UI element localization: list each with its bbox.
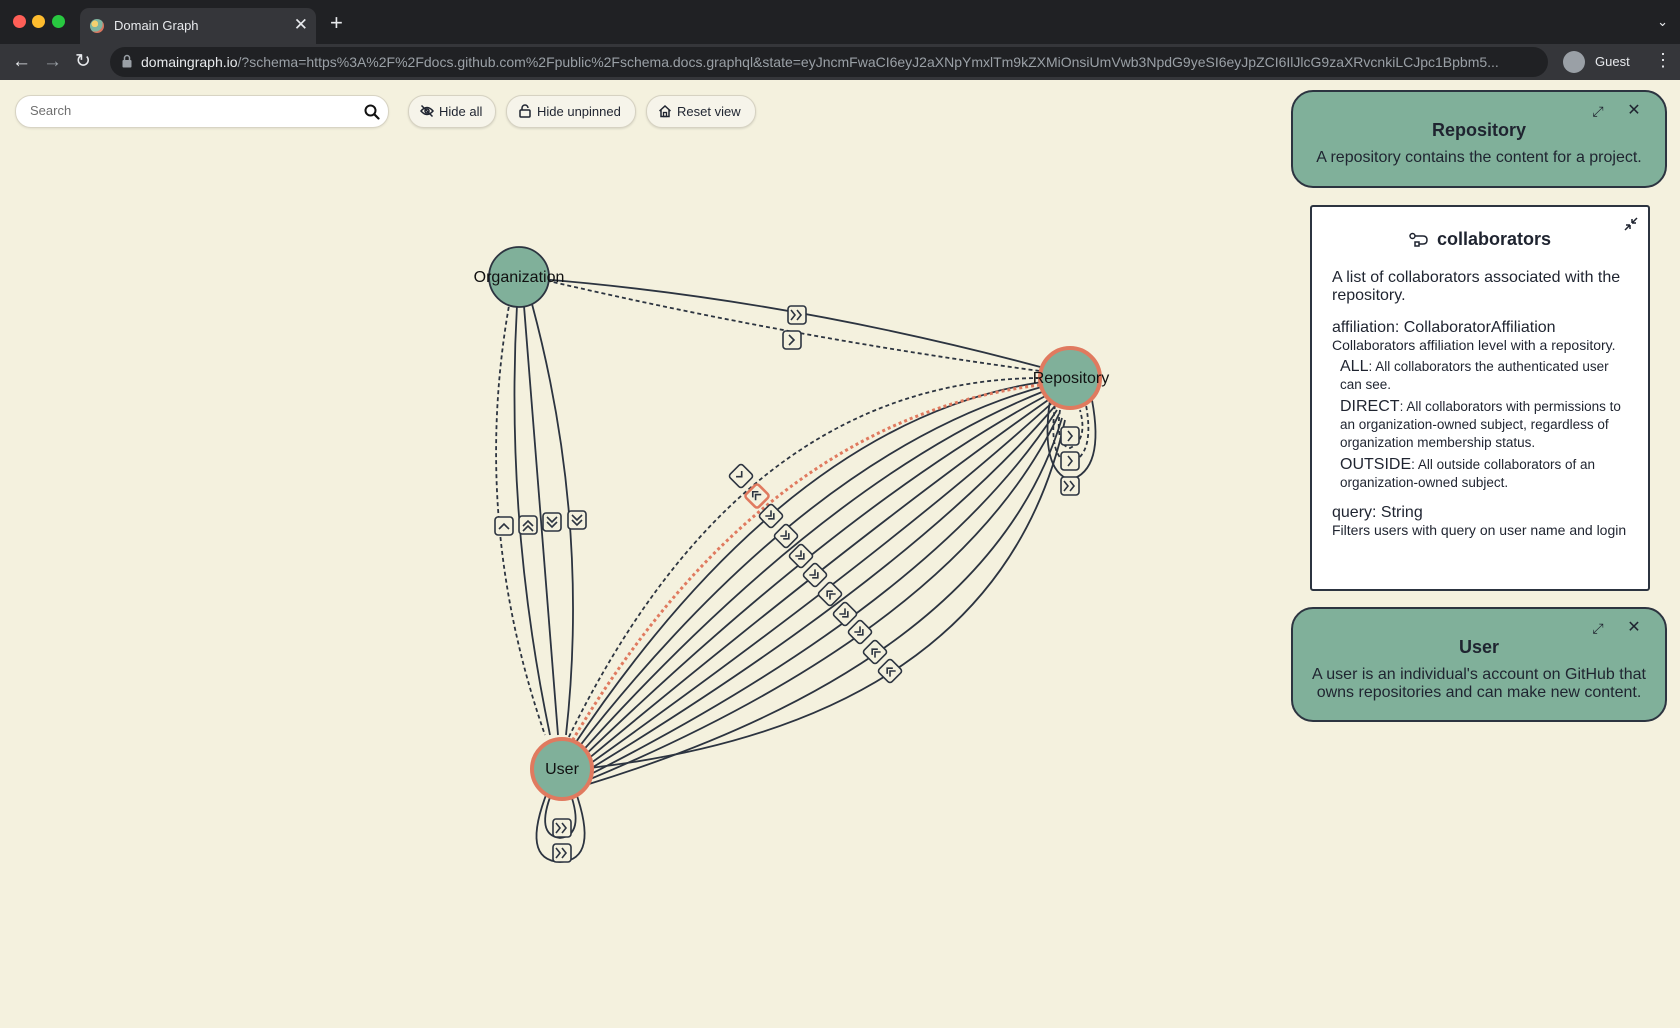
edge-badge[interactable] bbox=[542, 512, 562, 532]
node-label-user: User bbox=[545, 761, 579, 778]
close-window-button[interactable] bbox=[13, 15, 26, 28]
user-panel-description: A user is an individual's account on Git… bbox=[1312, 666, 1646, 701]
field-description: A list of collaborators associated with … bbox=[1332, 269, 1621, 304]
edge-badge[interactable] bbox=[787, 305, 807, 325]
tab-search-button[interactable]: ⌄ bbox=[1657, 14, 1668, 30]
edge-badge[interactable] bbox=[1060, 476, 1080, 496]
arg-description: Collaborators affiliation level with a r… bbox=[1332, 337, 1616, 353]
hide-all-label: Hide all bbox=[439, 104, 483, 119]
reload-icon[interactable]: ↻ bbox=[75, 50, 91, 74]
user-panel-title: User bbox=[1458, 637, 1500, 657]
enum-name: OUTSIDE bbox=[1340, 456, 1412, 473]
favicon-icon bbox=[90, 19, 104, 33]
hide-unpinned-button[interactable]: Hide unpinned bbox=[506, 95, 636, 128]
browser-titlebar: Domain Graph ✕ + ⌄ bbox=[0, 0, 1680, 44]
unlock-icon bbox=[519, 104, 531, 118]
close-icon[interactable]: ✕ bbox=[1627, 103, 1641, 119]
minimize-window-button[interactable] bbox=[32, 15, 45, 28]
reset-view-label: Reset view bbox=[677, 104, 741, 119]
arg-description: Filters users with query on user name an… bbox=[1332, 522, 1627, 538]
field-panel-collaborators: collaborators A list of collaborators as… bbox=[1310, 205, 1650, 591]
edge-badge[interactable] bbox=[567, 510, 587, 530]
enum-value: ALL: All collaborators the authenticated… bbox=[1340, 358, 1632, 394]
enum-name: DIRECT bbox=[1340, 398, 1400, 415]
edge-badge[interactable] bbox=[727, 462, 755, 490]
node-repository[interactable]: Repository bbox=[1033, 346, 1109, 410]
profile-button[interactable]: Guest bbox=[1561, 49, 1643, 75]
hide-all-button[interactable]: Hide all bbox=[408, 95, 496, 128]
address-bar[interactable]: domaingraph.io/?schema=https%3A%2F%2Fdoc… bbox=[110, 47, 1548, 77]
enum-value: OUTSIDE: All outside collaborators of an… bbox=[1340, 456, 1632, 492]
edge-badge[interactable] bbox=[782, 330, 802, 350]
browser-tab[interactable]: Domain Graph ✕ bbox=[80, 8, 316, 44]
search-input[interactable] bbox=[28, 102, 352, 119]
enum-name: ALL bbox=[1340, 358, 1369, 375]
back-arrow-icon[interactable]: ← bbox=[12, 50, 31, 74]
repository-panel-description: A repository contains the content for a … bbox=[1316, 149, 1642, 166]
edge-field-icon bbox=[1409, 233, 1428, 247]
user-panel: ⤢ ✕ User A user is an individual's accou… bbox=[1291, 607, 1667, 722]
hide-unpinned-label: Hide unpinned bbox=[537, 104, 621, 119]
edge-badge[interactable] bbox=[494, 516, 514, 536]
url-host: domaingraph.io bbox=[141, 54, 238, 70]
node-label-organization: Organization bbox=[474, 269, 565, 286]
url-path: /?schema=https%3A%2F%2Fdocs.github.com%2… bbox=[237, 54, 1499, 70]
field-body: A list of collaborators associated with … bbox=[1332, 269, 1632, 543]
edge-badge[interactable] bbox=[801, 561, 829, 589]
edge-badge-selected[interactable] bbox=[744, 483, 770, 509]
node-organization[interactable]: Organization bbox=[474, 246, 565, 308]
home-icon bbox=[658, 104, 672, 118]
edge-badge[interactable] bbox=[552, 818, 572, 838]
edge-badge[interactable] bbox=[518, 515, 538, 535]
search-box bbox=[15, 95, 389, 128]
lock-icon bbox=[122, 54, 132, 68]
close-icon[interactable]: ✕ bbox=[1627, 620, 1641, 636]
edge-badge[interactable] bbox=[552, 843, 572, 863]
arg-signature: query: String bbox=[1332, 504, 1423, 521]
enum-description: : All collaborators the authenticated us… bbox=[1340, 359, 1609, 392]
node-label-repository: Repository bbox=[1033, 370, 1109, 387]
expand-icon[interactable]: ⤢ bbox=[1591, 104, 1605, 118]
new-tab-button[interactable]: + bbox=[330, 12, 343, 34]
tab-close-icon[interactable]: ✕ bbox=[294, 15, 308, 35]
edge-badge[interactable] bbox=[876, 657, 904, 685]
app-canvas: Organization Repository User Hide all bbox=[0, 80, 1680, 1028]
maximize-window-button[interactable] bbox=[52, 15, 65, 28]
browser-toolbar: ← → ↻ domaingraph.io/?schema=https%3A%2F… bbox=[0, 44, 1680, 80]
profile-label: Guest bbox=[1595, 54, 1630, 69]
search-icon[interactable] bbox=[364, 104, 380, 120]
expand-icon[interactable]: ⤢ bbox=[1591, 621, 1605, 635]
field-title: collaborators bbox=[1436, 229, 1552, 249]
domain-graph[interactable]: Organization Repository User bbox=[0, 80, 1280, 1028]
eye-off-icon bbox=[420, 104, 434, 118]
edge-badge[interactable] bbox=[1060, 451, 1080, 471]
url-text[interactable]: domaingraph.io/?schema=https%3A%2F%2Fdoc… bbox=[141, 54, 1539, 70]
field-title-row: collaborators bbox=[1312, 229, 1648, 250]
browser-menu-icon[interactable]: ⋮ bbox=[1654, 50, 1672, 71]
guest-avatar-icon bbox=[1563, 51, 1585, 73]
enum-value: DIRECT: All collaborators with permissio… bbox=[1340, 398, 1632, 452]
tab-title: Domain Graph bbox=[114, 18, 199, 33]
node-user[interactable]: User bbox=[530, 737, 594, 801]
edge-badge[interactable] bbox=[1060, 426, 1080, 446]
forward-arrow-icon[interactable]: → bbox=[43, 50, 62, 74]
reset-view-button[interactable]: Reset view bbox=[646, 95, 756, 128]
edges-organization-repository bbox=[539, 278, 1071, 376]
repository-panel-title: Repository bbox=[1431, 120, 1527, 140]
arg-signature: affiliation: CollaboratorAffiliation bbox=[1332, 319, 1556, 336]
repository-panel: ⤢ ✕ Repository A repository contains the… bbox=[1291, 90, 1667, 188]
